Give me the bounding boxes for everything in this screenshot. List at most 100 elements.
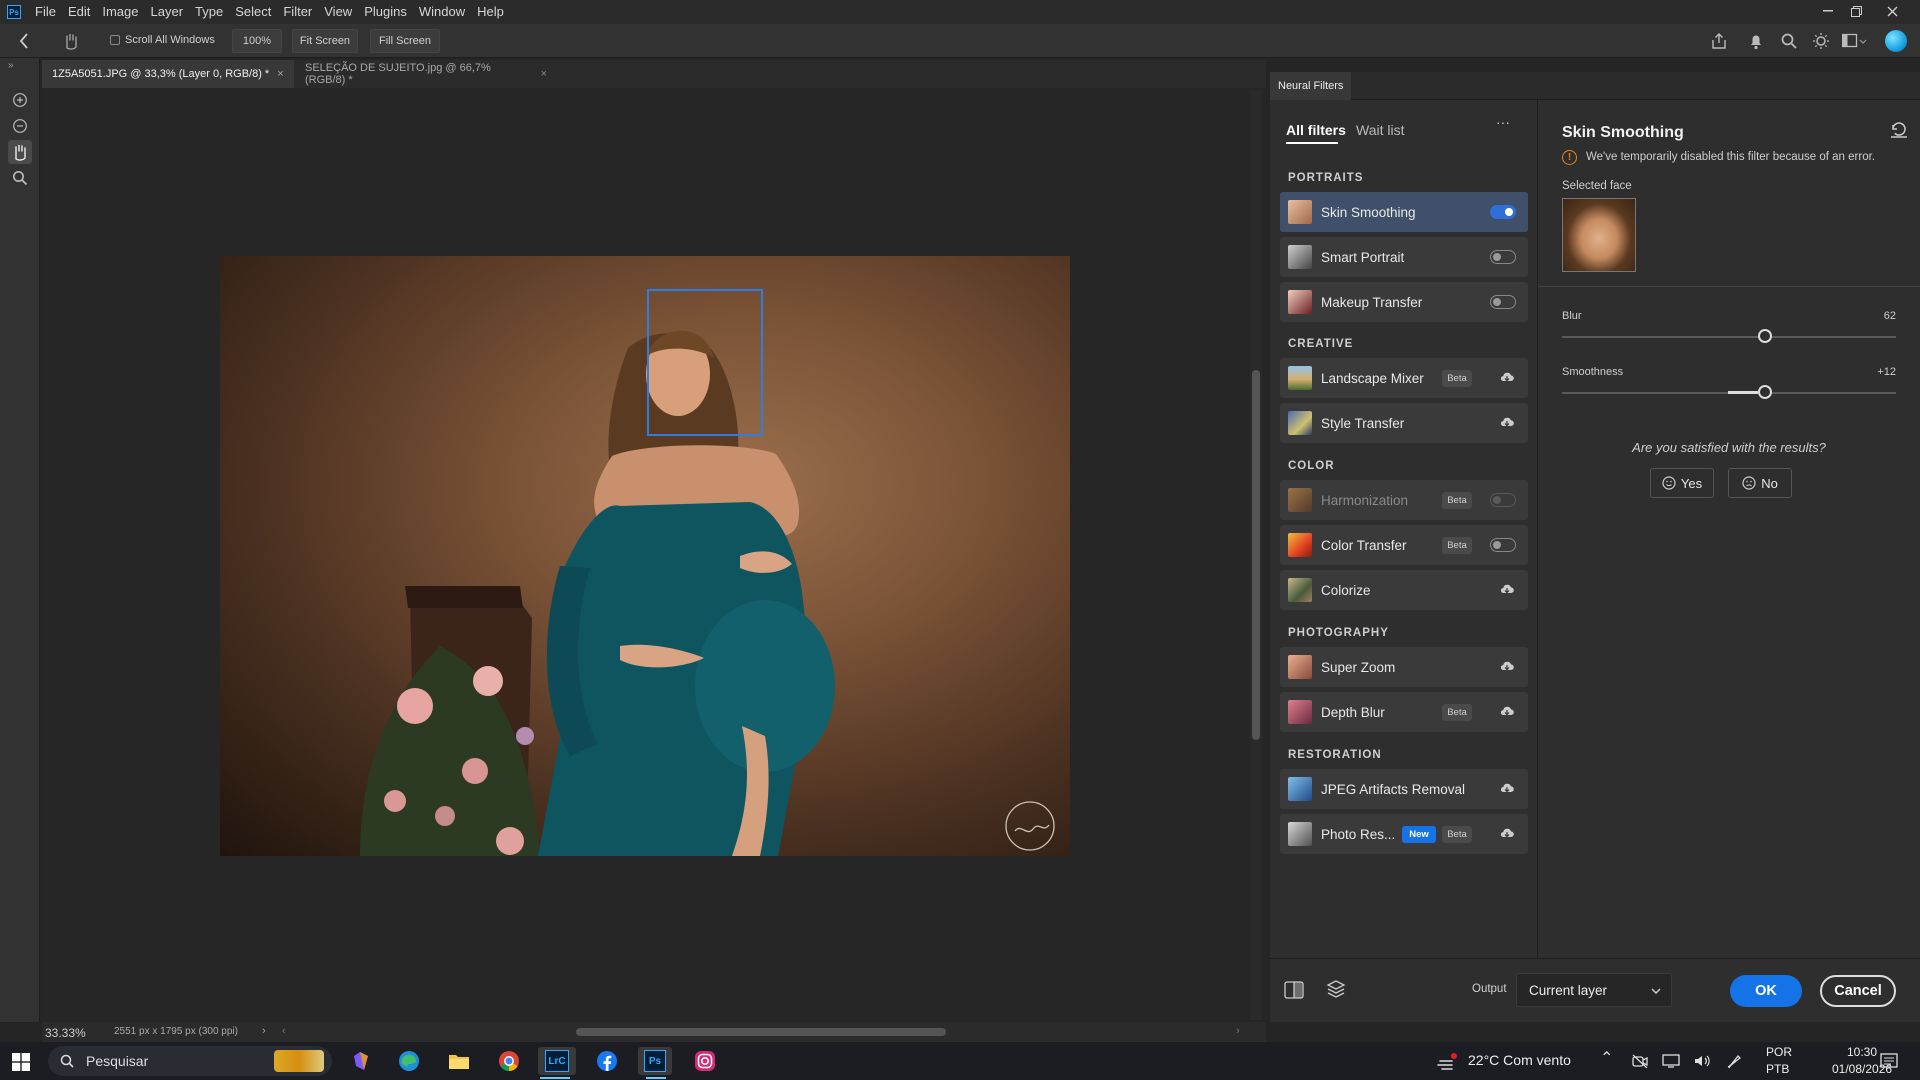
filter-smart-portrait[interactable]: Smart Portrait bbox=[1280, 237, 1528, 277]
scroll-right-icon[interactable]: › bbox=[1236, 1025, 1240, 1037]
keyboard-language[interactable]: POR bbox=[1766, 1045, 1792, 1059]
tab-active-document[interactable]: 1Z5A5051.JPG @ 33,3% (Layer 0, RGB/8) * … bbox=[42, 60, 294, 88]
facebook-icon[interactable] bbox=[590, 1047, 624, 1075]
menu-plugins[interactable]: Plugins bbox=[358, 0, 413, 24]
collapse-panel-icon[interactable]: » bbox=[8, 60, 14, 71]
meet-now-icon[interactable] bbox=[1632, 1054, 1648, 1068]
feedback-no-button[interactable]: No bbox=[1728, 468, 1792, 498]
fit-screen-button[interactable]: Fit Screen bbox=[292, 29, 358, 53]
minimize-button[interactable] bbox=[1814, 0, 1842, 22]
filter-color-transfer[interactable]: Color Transfer Beta bbox=[1280, 525, 1528, 565]
scroll-all-checkbox[interactable] bbox=[110, 35, 120, 45]
download-cloud-icon[interactable] bbox=[1500, 660, 1514, 672]
creative-cloud-avatar[interactable] bbox=[1885, 30, 1907, 52]
download-cloud-icon[interactable] bbox=[1500, 705, 1514, 717]
notification-center-icon[interactable] bbox=[1880, 1052, 1898, 1070]
layers-icon[interactable] bbox=[1326, 979, 1346, 999]
volume-icon[interactable] bbox=[1694, 1054, 1712, 1068]
windows-start-icon[interactable] bbox=[12, 1053, 30, 1071]
discover-lightbulb-icon[interactable] bbox=[1812, 32, 1830, 50]
download-cloud-icon[interactable] bbox=[1500, 416, 1514, 428]
document-info[interactable]: 2551 px x 1795 px (300 ppi) bbox=[114, 1026, 238, 1037]
close-tab-icon[interactable]: × bbox=[541, 68, 547, 80]
weather-text[interactable]: 22°C Com vento bbox=[1468, 1052, 1571, 1068]
hand-tool-icon[interactable] bbox=[8, 140, 32, 164]
harmonization-toggle[interactable] bbox=[1490, 493, 1516, 507]
skin-smoothing-toggle[interactable] bbox=[1490, 205, 1516, 219]
filter-photo-restoration[interactable]: Photo Res... New Beta bbox=[1280, 814, 1528, 854]
blur-value[interactable]: 62 bbox=[1876, 310, 1896, 322]
smart-portrait-toggle[interactable] bbox=[1490, 250, 1516, 264]
download-cloud-icon[interactable] bbox=[1500, 827, 1514, 839]
makeup-transfer-toggle[interactable] bbox=[1490, 295, 1516, 309]
more-options-icon[interactable]: ··· bbox=[1496, 114, 1510, 130]
feedback-yes-button[interactable]: Yes bbox=[1650, 468, 1714, 498]
output-dropdown[interactable]: Current layer bbox=[1516, 973, 1672, 1007]
ok-button[interactable]: OK bbox=[1730, 975, 1802, 1007]
menu-type[interactable]: Type bbox=[189, 0, 229, 24]
document-photo[interactable] bbox=[220, 256, 1070, 856]
tab-wait-list[interactable]: Wait list bbox=[1356, 122, 1404, 138]
menu-layer[interactable]: Layer bbox=[145, 0, 190, 24]
fill-screen-button[interactable]: Fill Screen bbox=[370, 29, 440, 53]
photoshop-taskbar-icon[interactable]: Ps bbox=[638, 1047, 672, 1075]
color-transfer-toggle[interactable] bbox=[1490, 538, 1516, 552]
menu-file[interactable]: File bbox=[29, 0, 62, 24]
filter-colorize[interactable]: Colorize bbox=[1280, 570, 1528, 610]
keyboard-layout[interactable]: PTB bbox=[1766, 1062, 1789, 1076]
edge-browser-icon[interactable] bbox=[392, 1047, 426, 1075]
vertical-scroll-thumb[interactable] bbox=[1252, 370, 1260, 740]
chevron-up-icon[interactable]: ⌃ bbox=[1600, 1048, 1613, 1068]
taskbar-search-box[interactable]: Pesquisar bbox=[48, 1046, 332, 1076]
menu-edit[interactable]: Edit bbox=[62, 0, 96, 24]
download-cloud-icon[interactable] bbox=[1500, 371, 1514, 383]
zoom-in-tool-icon[interactable] bbox=[8, 88, 32, 112]
copilot-app-icon[interactable] bbox=[344, 1047, 378, 1075]
zoom-100-button[interactable]: 100% bbox=[232, 29, 282, 53]
filter-skin-smoothing[interactable]: Skin Smoothing bbox=[1280, 192, 1528, 232]
horizontal-scroll-thumb[interactable] bbox=[576, 1028, 946, 1036]
neural-filters-tab[interactable]: Neural Filters bbox=[1270, 72, 1352, 100]
filter-style-transfer[interactable]: Style Transfer bbox=[1280, 403, 1528, 443]
tab-all-filters[interactable]: All filters bbox=[1286, 122, 1346, 138]
tab-second-document[interactable]: SELEÇÃO DE SUJEITO.jpg @ 66,7% (RGB/8) *… bbox=[295, 60, 557, 88]
zoom-tool-icon[interactable] bbox=[8, 166, 32, 190]
filter-jpeg-artifacts-removal[interactable]: JPEG Artifacts Removal bbox=[1280, 769, 1528, 809]
cancel-button[interactable]: Cancel bbox=[1820, 975, 1896, 1007]
search-icon[interactable] bbox=[1780, 32, 1798, 50]
close-window-button[interactable] bbox=[1878, 0, 1906, 22]
download-cloud-icon[interactable] bbox=[1500, 583, 1514, 595]
filter-depth-blur[interactable]: Depth Blur Beta bbox=[1280, 692, 1528, 732]
selected-face-box[interactable] bbox=[647, 289, 763, 436]
reset-icon[interactable] bbox=[1890, 122, 1908, 138]
status-chevron-icon[interactable]: › bbox=[262, 1025, 266, 1037]
scroll-left-icon[interactable]: ‹ bbox=[282, 1025, 286, 1037]
menu-select[interactable]: Select bbox=[229, 0, 277, 24]
file-explorer-icon[interactable] bbox=[442, 1047, 476, 1075]
network-icon[interactable] bbox=[1662, 1054, 1680, 1068]
filter-landscape-mixer[interactable]: Landscape Mixer Beta bbox=[1280, 358, 1528, 398]
download-cloud-icon[interactable] bbox=[1500, 782, 1514, 794]
blur-slider-thumb[interactable] bbox=[1758, 329, 1772, 343]
restore-button[interactable] bbox=[1842, 0, 1870, 22]
menu-image[interactable]: Image bbox=[96, 0, 144, 24]
zoom-out-tool-icon[interactable] bbox=[8, 114, 32, 138]
blur-slider-track[interactable] bbox=[1562, 336, 1896, 338]
share-icon[interactable] bbox=[1710, 32, 1728, 50]
pen-icon[interactable] bbox=[1726, 1053, 1742, 1069]
menu-filter[interactable]: Filter bbox=[277, 0, 318, 24]
weather-icon[interactable] bbox=[1436, 1051, 1458, 1071]
workspace-icon[interactable] bbox=[1842, 33, 1868, 49]
filter-makeup-transfer[interactable]: Makeup Transfer bbox=[1280, 282, 1528, 322]
menu-view[interactable]: View bbox=[318, 0, 358, 24]
show-preview-icon[interactable] bbox=[1284, 981, 1304, 999]
chrome-browser-icon[interactable] bbox=[492, 1047, 526, 1075]
back-arrow-icon[interactable] bbox=[18, 32, 30, 50]
zoom-level-readout[interactable]: 33.33% bbox=[45, 1026, 86, 1040]
instagram-icon[interactable] bbox=[688, 1047, 722, 1075]
close-tab-icon[interactable]: × bbox=[277, 68, 283, 80]
menu-window[interactable]: Window bbox=[413, 0, 471, 24]
filter-harmonization[interactable]: Harmonization Beta bbox=[1280, 480, 1528, 520]
lightroom-classic-icon[interactable]: LrC bbox=[538, 1047, 576, 1075]
notifications-bell-icon[interactable] bbox=[1748, 32, 1764, 50]
